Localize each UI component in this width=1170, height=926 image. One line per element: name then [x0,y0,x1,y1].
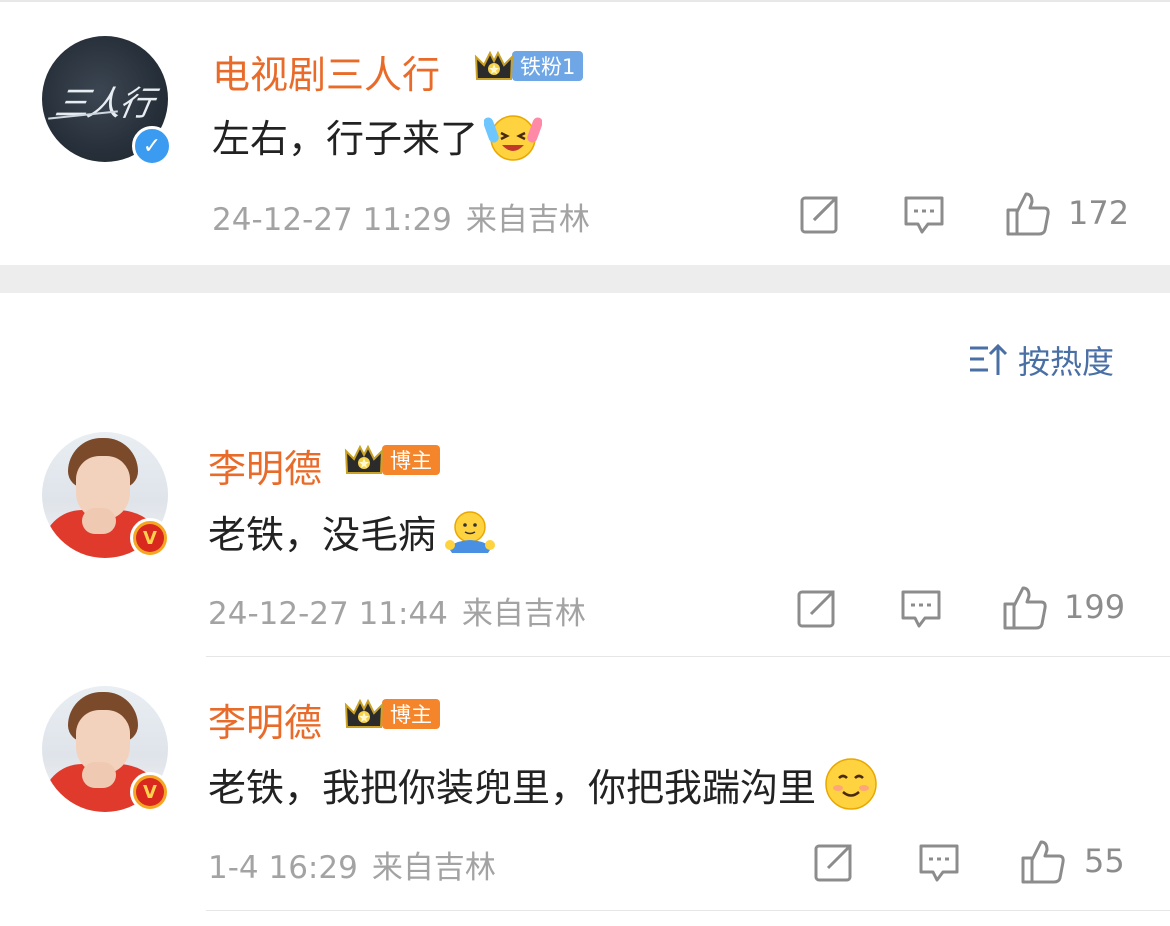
sort-button[interactable]: 按热度 [968,338,1114,382]
location: 来自吉林 [465,202,590,238]
timestamp: 24-12-27 11:29 [212,202,452,238]
hug-emoji-icon [445,510,496,553]
verified-badge-icon: V [130,772,170,812]
verified-badge-icon: V [130,518,170,558]
comment-icon[interactable] [902,192,946,236]
comment-icon[interactable] [899,586,943,630]
sort-icon [970,343,1008,375]
crown-icon [474,50,514,80]
timestamp: 1-4 16:29 [208,850,358,886]
host-badge: 博主 [382,445,440,475]
comment-text: 老铁，我把你装兜里，你把我踹沟里 [208,756,880,812]
username[interactable]: 李明德 [208,438,322,493]
share-icon[interactable] [798,192,842,236]
like-icon[interactable] [1004,190,1052,238]
comment-item: V 李明德 博主 老铁，我把你装兜里，你把我踹沟里 1-4 16:29 来自吉林 [0,676,1170,910]
username[interactable]: 李明德 [208,692,322,747]
comment-item: 三人行 ✓ 电视剧三人行 铁粉1 左右，行子来了 24-12-27 11:29 来… [0,0,1170,265]
laughing-crying-emoji-icon [484,114,543,161]
comment-icon[interactable] [917,840,961,884]
verified-badge-icon: ✓ [132,126,172,166]
user-badge[interactable]: 博主 [344,442,440,478]
crown-icon [344,698,384,728]
crown-icon [344,444,384,474]
avatar[interactable]: V [42,686,172,816]
fan-level-badge: 铁粉1 [512,51,584,81]
like-icon[interactable] [1019,838,1067,886]
like-icon[interactable] [1001,584,1049,632]
comment-meta: 1-4 16:29 来自吉林 [208,842,496,887]
user-badge[interactable]: 铁粉1 [474,48,584,84]
user-badge[interactable]: 博主 [344,696,440,732]
avatar[interactable]: 三人行 ✓ [42,36,172,166]
like-count[interactable]: 199 [1064,588,1125,626]
section-divider [0,265,1170,293]
like-count[interactable]: 55 [1084,842,1125,880]
timestamp: 24-12-27 11:44 [208,596,448,632]
comment-meta: 24-12-27 11:29 来自吉林 [212,194,590,239]
share-icon[interactable] [795,586,839,630]
location: 来自吉林 [461,596,586,632]
sort-label: 按热度 [1018,343,1115,381]
like-count[interactable]: 172 [1068,194,1129,232]
comment-divider [206,656,1170,657]
share-icon[interactable] [812,840,856,884]
comment-item: V 李明德 博主 老铁，没毛病 24-12-27 11:44 来自吉林 199 [0,420,1170,656]
location: 来自吉林 [371,850,496,886]
smile-emoji-icon [825,758,877,810]
host-badge: 博主 [382,699,440,729]
comment-meta: 24-12-27 11:44 来自吉林 [208,588,586,633]
comment-text: 左右，行子来了 [212,108,543,163]
comment-text: 老铁，没毛病 [208,504,498,559]
username[interactable]: 电视剧三人行 [212,44,440,99]
avatar[interactable]: V [42,432,172,562]
comment-divider [206,910,1170,911]
